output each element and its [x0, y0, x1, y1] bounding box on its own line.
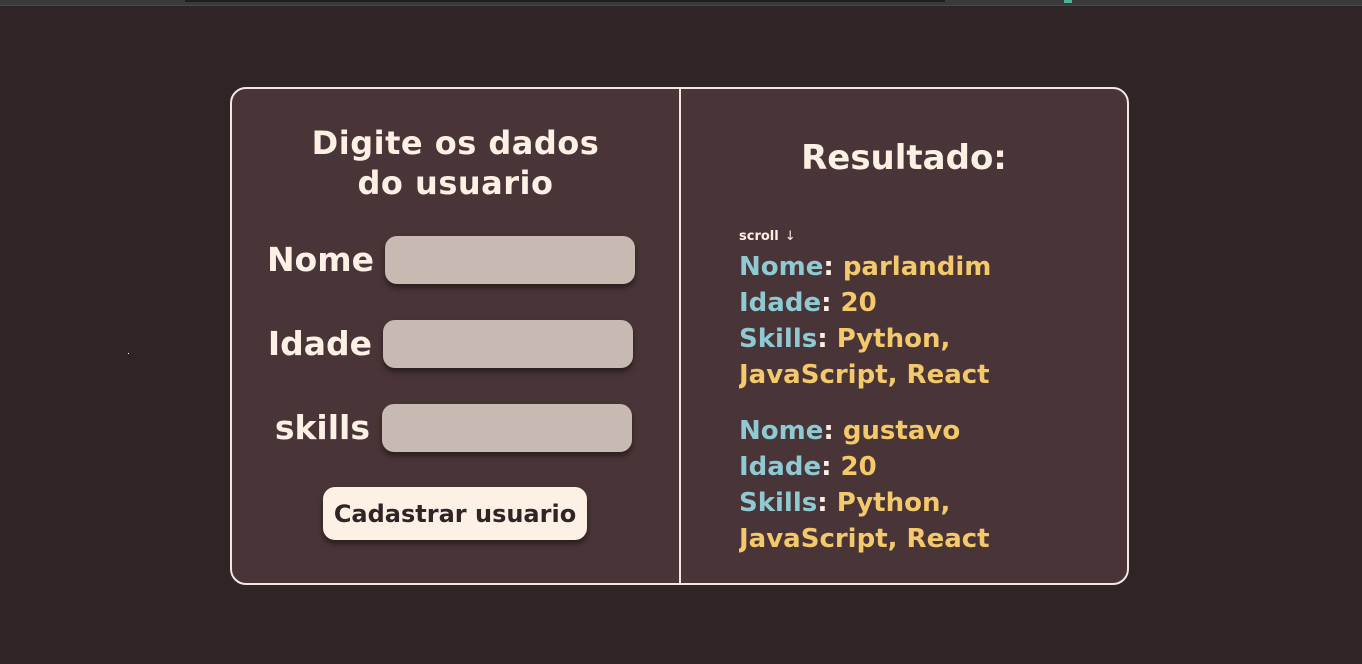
entry-skills-value: Python, [836, 324, 951, 354]
idade-label: Idade [267, 324, 372, 363]
entry-skills-key: Skills [739, 488, 818, 518]
entry-skills-continued: JavaScript, React [739, 524, 990, 554]
entry-idade-value: 20 [840, 452, 877, 482]
entry-skills-line: Skills: Python, [739, 321, 1119, 357]
entry-colon: : [817, 324, 837, 354]
entry-nome-key: Nome [739, 416, 824, 446]
entry-colon: : [821, 452, 841, 482]
browser-tab-strip [185, 0, 945, 2]
result-list[interactable]: Nome: parlandim Idade: 20 Skills: Python… [739, 249, 1119, 579]
skills-label: skills [274, 408, 370, 447]
nome-input[interactable] [385, 236, 635, 284]
entry-nome-line: Nome: gustavo [739, 413, 1119, 449]
form-title-line1: Digite os dados [311, 124, 600, 162]
entry-colon: : [823, 252, 843, 282]
entry-idade-key: Idade [739, 288, 822, 318]
scroll-hint-label: scroll [739, 229, 779, 244]
entry-colon: : [817, 488, 837, 518]
entry-skills-line: Skills: Python, [739, 485, 1119, 521]
form-title: Digite os dados do usuario [232, 123, 679, 203]
entry-idade-value: 20 [840, 288, 877, 318]
scroll-hint: scroll ↓ [739, 229, 796, 245]
result-entry: Nome: gustavo Idade: 20 Skills: Python, … [739, 413, 1119, 557]
idade-row: Idade [232, 320, 679, 368]
cadastrar-usuario-button[interactable]: Cadastrar usuario [323, 487, 587, 540]
entry-idade-line: Idade: 20 [739, 449, 1119, 485]
entry-skills-continued: JavaScript, React [739, 360, 990, 390]
form-title-line2: do usuario [357, 164, 554, 202]
arrow-down-icon: ↓ [784, 229, 796, 244]
user-card: Digite os dados do usuario Nome Idade sk… [230, 87, 1129, 585]
entry-colon: : [823, 416, 843, 446]
browser-top-bar [0, 0, 1362, 6]
result-title: Resultado: [801, 138, 1007, 178]
nome-row: Nome [232, 236, 679, 284]
entry-idade-key: Idade [739, 452, 822, 482]
result-panel: Resultado: scroll ↓ Nome: parlandim Idade… [681, 89, 1127, 583]
entry-nome-value: gustavo [842, 416, 961, 446]
skills-row: skills [232, 404, 679, 452]
skills-input[interactable] [382, 404, 632, 452]
nome-label: Nome [266, 240, 374, 279]
entry-nome-line: Nome: parlandim [739, 249, 1119, 285]
entry-nome-key: Nome [739, 252, 824, 282]
form-panel: Digite os dados do usuario Nome Idade sk… [232, 89, 679, 583]
background-speck [128, 353, 129, 354]
entry-nome-value: parlandim [842, 252, 992, 282]
entry-colon: : [821, 288, 841, 318]
idade-input[interactable] [383, 320, 633, 368]
entry-skills-key: Skills [739, 324, 818, 354]
entry-idade-line: Idade: 20 [739, 285, 1119, 321]
browser-indicator-icon [1064, 0, 1072, 3]
result-entry: Nome: parlandim Idade: 20 Skills: Python… [739, 249, 1119, 393]
entry-skills-value: Python, [836, 488, 951, 518]
